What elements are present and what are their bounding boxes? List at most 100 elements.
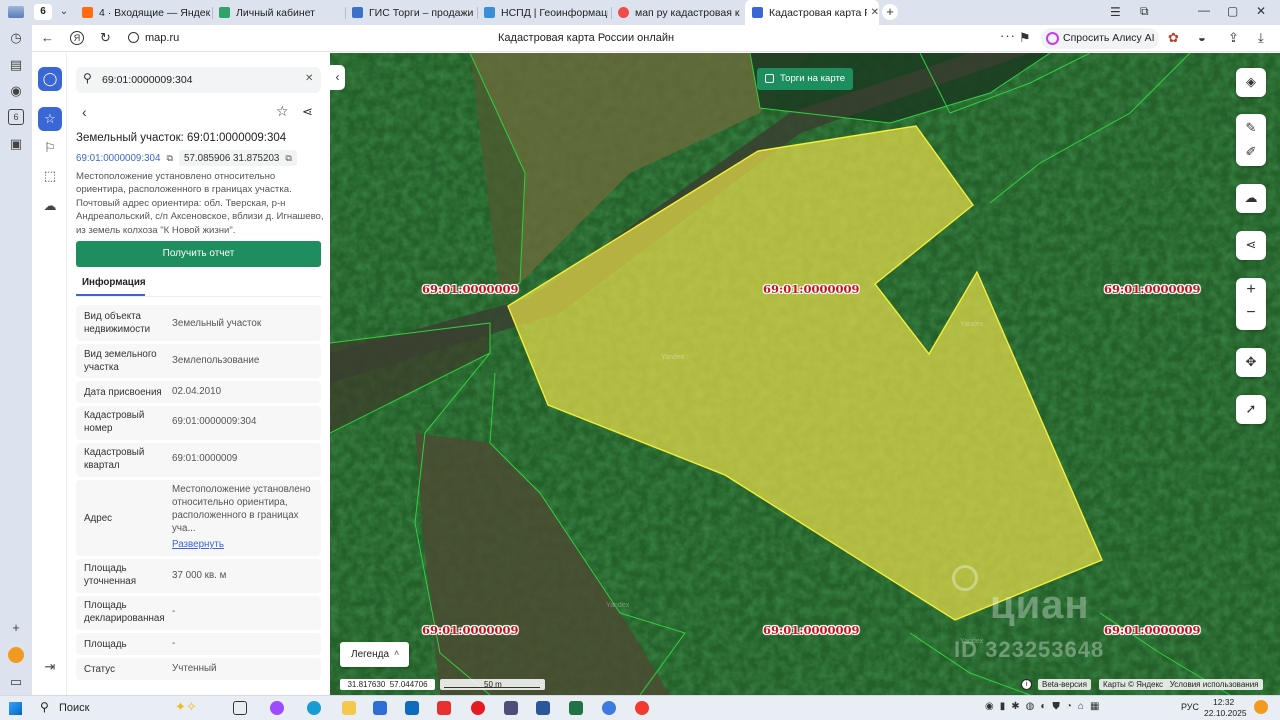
row-key: Кадастровый квартал (84, 447, 145, 471)
row-value: Учтенный (172, 663, 217, 674)
info-row-cadastral-number: Кадастровый номер 69:01:0000009:304 (76, 406, 321, 440)
tab-information[interactable]: Информация (76, 271, 146, 296)
back-icon[interactable]: ← (41, 30, 54, 45)
panel-toggle-icon[interactable]: ▭ (8, 674, 24, 690)
pan-button[interactable]: ✥ (1236, 348, 1266, 377)
history-icon[interactable]: ◷ (8, 30, 24, 46)
coordinates-readout: 31.817630 57.044706 (340, 679, 435, 690)
close-tab-icon[interactable]: ✕ (871, 7, 879, 18)
collections-icon[interactable]: ▤ (8, 57, 24, 73)
yandex-icon[interactable]: Я (70, 31, 84, 45)
cloud-icon[interactable]: ☁ (39, 195, 61, 217)
clock-time[interactable]: 12:32 (1213, 697, 1234, 707)
locate-button[interactable]: ➚ (1236, 395, 1266, 424)
yandex-app-icon[interactable] (635, 701, 649, 715)
share-icon[interactable]: ⇪ (1228, 30, 1239, 46)
row-key: Площадь (84, 639, 127, 650)
alice-icon[interactable] (8, 647, 24, 663)
share-map-button[interactable]: ⋖ (1236, 231, 1266, 260)
favorites-icon[interactable]: ☆ (38, 107, 62, 131)
collapse-panel-button[interactable]: ‹ (330, 65, 345, 90)
upload-button[interactable]: ☁ (1236, 184, 1266, 213)
clear-search-icon[interactable]: ✕ (305, 73, 313, 84)
tab-counter[interactable]: 6 (34, 4, 52, 20)
maximize-icon[interactable]: ▢ (1227, 4, 1238, 18)
share-object-icon[interactable]: ⋖ (302, 104, 313, 120)
layers-pin-icon[interactable]: ⚐ (39, 137, 61, 159)
add-panel-icon[interactable]: + (8, 620, 24, 636)
yandex-search-icon (618, 7, 629, 18)
screenshot-icon[interactable]: ▣ (8, 136, 24, 152)
new-tab-button[interactable]: + (882, 4, 898, 20)
notification-icon[interactable] (1254, 700, 1268, 714)
copy-icon[interactable]: ⧉ (285, 153, 291, 163)
zoom-out-icon[interactable]: − (1236, 304, 1266, 322)
cadastral-number-chip[interactable]: 69:01:0000009:304 ⧉ (76, 152, 173, 166)
map-attribution[interactable]: Карты © Яндекс Условия использования (1099, 679, 1263, 690)
start-icon[interactable] (9, 702, 22, 715)
download-icon[interactable]: ⤓ (1258, 30, 1264, 46)
page-title: Кадастровая карта России онлайн (498, 32, 675, 44)
explorer-icon[interactable] (342, 701, 356, 715)
taskbar-search-icon[interactable]: ⚲ (40, 700, 49, 714)
tab-gis-torgi[interactable]: ГИС Торги – продажи гос (352, 0, 474, 25)
info-row-area-declared: Площадь декларированная - (76, 596, 321, 630)
tab-search[interactable]: мап ру кадастровая карт (618, 0, 740, 25)
media-icon[interactable]: ◉ (8, 83, 24, 99)
tabs-dropdown-icon[interactable]: ⌄ (56, 4, 72, 20)
reload-icon[interactable]: ↻ (100, 30, 111, 46)
tab-cadastral-map[interactable]: Кадастровая карта Рос ✕ (745, 0, 879, 25)
expand-address-link[interactable]: Развернуть (172, 538, 312, 551)
copy-icon[interactable]: ⧉ (167, 153, 173, 163)
misc-app-icon[interactable] (602, 701, 616, 715)
downloads-icon[interactable]: ☰ (1110, 5, 1121, 19)
tab-group-icon[interactable]: 6 (8, 109, 24, 125)
task-view-icon[interactable] (233, 701, 247, 715)
bookmark-list-icon[interactable]: ⧉ (1140, 4, 1149, 19)
opera-icon[interactable] (471, 701, 485, 715)
alice-app-icon[interactable] (270, 701, 284, 715)
language-indicator[interactable]: РУС (1181, 702, 1199, 712)
outlook-icon[interactable] (405, 701, 419, 715)
taskbar-search[interactable]: Поиск (59, 702, 89, 714)
close-window-icon[interactable]: ✕ (1256, 4, 1266, 18)
cadastral-number-link[interactable]: 69:01:0000009:304 (76, 153, 160, 164)
torgi-checkbox[interactable] (765, 74, 774, 83)
tab-mail[interactable]: 4 · Входящие — Яндекс П (82, 0, 210, 25)
zoom-in-icon[interactable]: + (1236, 281, 1266, 299)
coordinates-chip[interactable]: 57.085906 31.875203 ⧉ (179, 150, 297, 166)
word-icon[interactable] (536, 701, 550, 715)
clock-date[interactable]: 22.10.2025 (1204, 708, 1247, 718)
yandex-browser-icon[interactable] (437, 701, 451, 715)
back-button[interactable]: ‹ (82, 104, 87, 120)
store-icon[interactable] (373, 701, 387, 715)
minimize-icon[interactable]: — (1198, 3, 1210, 17)
site-info-icon[interactable] (128, 32, 139, 43)
profile-icon[interactable]: ◒ (1198, 30, 1206, 45)
get-report-button[interactable]: Получить отчет (76, 241, 321, 267)
info-circle-icon[interactable]: i (1021, 679, 1032, 690)
select-area-icon[interactable]: ⬚ (39, 165, 61, 187)
url-text[interactable]: map.ru (145, 32, 179, 44)
tab-cabinet[interactable]: Личный кабинет (219, 0, 343, 25)
tray-icons[interactable]: ◉▮✱◍◐⛊◔⌂▦ (985, 701, 1105, 712)
legend-button[interactable]: Легенда ˄ (340, 642, 409, 667)
save-app-icon[interactable] (504, 701, 518, 715)
edge-icon[interactable] (307, 701, 321, 715)
bookmark-icon[interactable]: ⚑ (1019, 30, 1031, 46)
tab-nspd[interactable]: НСПД | Геоинформацио (484, 0, 608, 25)
search-input[interactable] (102, 71, 292, 89)
extension-icon[interactable]: ✿ (1168, 30, 1179, 46)
ask-alice-button[interactable]: Спросить Алису AI (1041, 28, 1159, 49)
edit-icon[interactable]: ✐ (1236, 144, 1266, 160)
excel-icon[interactable] (569, 701, 583, 715)
layers-button[interactable]: ◈ (1236, 68, 1266, 97)
mapru-logo-icon[interactable]: ◯ (38, 67, 62, 91)
browser-menu-icon[interactable] (8, 6, 24, 18)
logout-icon[interactable]: ⇥ (39, 656, 61, 678)
more-icon[interactable]: ··· (1000, 28, 1016, 43)
ruler-icon[interactable]: ✎ (1236, 120, 1266, 136)
favorite-star-icon[interactable]: ☆ (276, 103, 289, 120)
map-view[interactable]: 69:01:0000009 69:01:0000009 69:01:000000… (330, 53, 1280, 695)
torgi-toggle[interactable]: Торги на карте (757, 68, 853, 90)
